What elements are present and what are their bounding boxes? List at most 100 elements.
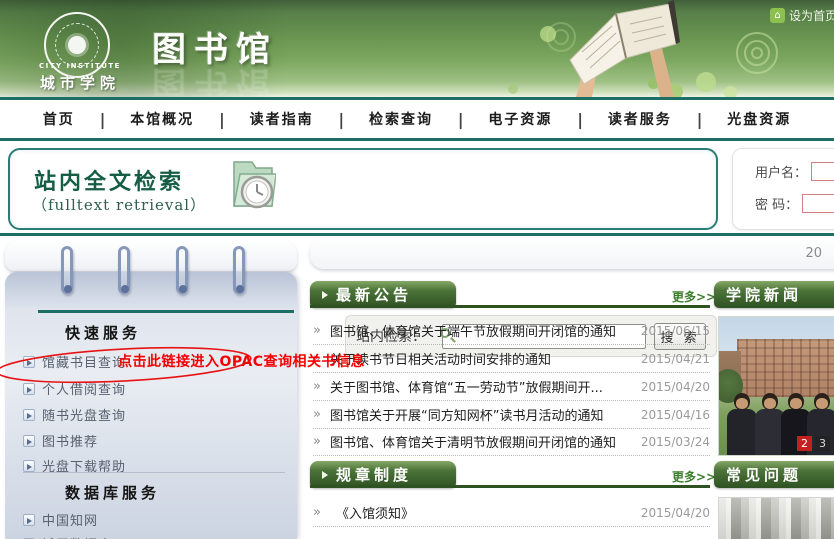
announcements-more-link[interactable]: 更多>> (672, 288, 716, 305)
announcement-link[interactable]: 图书馆、体育馆关于端午节放假期间开闭馆的通知 (330, 321, 635, 340)
folder-clock-icon (230, 158, 276, 212)
announcement-date: 2015/04/16 (641, 408, 710, 422)
notebook-card-top (5, 240, 297, 271)
campus-building (737, 339, 834, 397)
site-title: 图书馆 (152, 22, 278, 71)
nav-separator: | (219, 110, 225, 129)
arrow-bullet-icon (23, 383, 35, 395)
nav-separator: | (697, 110, 703, 129)
arrow-bullet-icon (23, 460, 35, 472)
username-field[interactable] (811, 162, 834, 181)
college-news-photo: 2 3 (719, 317, 834, 455)
sidebar-item-book-recommend[interactable]: 图书推荐 (23, 431, 98, 450)
rules-more-link[interactable]: 更多>> (672, 468, 716, 485)
carousel-page-2[interactable]: 2 (797, 436, 812, 451)
carousel-page-3[interactable]: 3 (815, 436, 830, 451)
nav-item-eresources[interactable]: 电子资源 (488, 109, 552, 129)
tab-arrow-icon (322, 291, 328, 299)
fulltext-search-panel: 站内全文检索 （fulltext retrieval） 站内检索： 搜 索 (8, 148, 718, 230)
announcements-header: 最新公告 (310, 281, 456, 308)
logo-english-text: CITY INSTITUTE (36, 62, 124, 70)
ticker-text: 20 (805, 246, 822, 261)
sidebar-item-label: 中国知网 (42, 510, 98, 529)
carousel-pagination: 2 3 (797, 436, 830, 451)
nav-item-home[interactable]: 首页 (43, 109, 75, 129)
sidebar-item-label: 图书推荐 (42, 431, 98, 450)
announcement-link[interactable]: 关于读书节日相关活动时间安排的通知 (330, 349, 635, 368)
announcements-underline (310, 305, 710, 308)
nav-item-reader-services[interactable]: 读者服务 (608, 109, 672, 129)
announcement-date: 2015/06/15 (641, 324, 710, 338)
ring-ornament (736, 32, 782, 78)
double-arrow-icon: » (313, 505, 321, 520)
announcement-link[interactable]: 关于图书馆、体育馆“五一劳动节”放假期间开... (330, 377, 635, 396)
sidebar-item-personal-loans[interactable]: 个人借阅查询 (23, 379, 126, 398)
sidebar-section-quick-services: 快速服务 (65, 322, 141, 343)
sidebar-divider (23, 472, 285, 473)
sidebar-item-label: 馆藏书目查询 (42, 352, 126, 371)
nav-separator: | (100, 110, 106, 129)
arrow-bullet-icon (23, 514, 35, 526)
nav-item-disc-resources[interactable]: 光盘资源 (727, 109, 791, 129)
home-icon: ⌂ (770, 8, 785, 23)
rules-row: » 《入馆须知》 2015/04/20 (313, 499, 710, 527)
date-ticker-card: 20 (310, 238, 834, 269)
tab-arrow-icon (322, 471, 328, 479)
arrow-bullet-icon (23, 356, 35, 368)
nav-separator: | (577, 110, 583, 129)
rules-title: 规章制度 (336, 464, 412, 485)
nav-item-about[interactable]: 本馆概况 (130, 109, 194, 129)
rules-link[interactable]: 《入馆须知》 (330, 503, 635, 522)
hands-book-illustration (548, 0, 713, 97)
rules-underline (310, 485, 710, 488)
arrow-bullet-icon (23, 409, 35, 421)
announcement-link[interactable]: 图书馆、体育馆关于清明节放假期间开闭馆的通知 (330, 432, 635, 451)
announcement-date: 2015/03/24 (641, 435, 710, 449)
faq-header: 常见问题 (714, 461, 834, 488)
double-arrow-icon: » (313, 323, 321, 338)
main-navigation: 首页 | 本馆概况 | 读者指南 | 检索查询 | 电子资源 | 读者服务 | … (0, 100, 834, 138)
password-label: 密 码： (755, 194, 798, 213)
announcement-row: » 图书馆、体育馆关于清明节放假期间开闭馆的通知 2015/03/24 (313, 428, 710, 456)
binder-ring (61, 246, 73, 294)
announcement-row: » 图书馆关于开展“同方知网杯”读书月活动的通知 2015/04/16 (313, 401, 710, 429)
banner: CITY INSTITUTE 城市学院 图书馆 图书馆 ⌂ 设为首页 (0, 0, 834, 97)
sidebar-item-label: 个人借阅查询 (42, 379, 126, 398)
announcements-title: 最新公告 (336, 284, 412, 305)
double-arrow-icon: » (313, 407, 321, 422)
binder-ring (118, 246, 130, 294)
nav-item-search[interactable]: 检索查询 (369, 109, 433, 129)
logo-chinese-text: 城市学院 (30, 72, 130, 93)
announcement-row: » 图书馆、体育馆关于端午节放假期间开闭馆的通知 2015/06/15 (313, 317, 710, 345)
announcement-date: 2015/04/21 (641, 352, 710, 366)
annotation-text: 点击此链接进入OPAC查询相关书信息 (118, 351, 365, 371)
binder-ring (176, 246, 188, 294)
divider-line (0, 233, 834, 236)
sidebar: 快速服务 馆藏书目查询 个人借阅查询 随书光盘查询 图书推荐 光盘下载帮助 数据… (5, 272, 297, 539)
page-root: CITY INSTITUTE 城市学院 图书馆 图书馆 ⌂ 设为首页 首页 | … (0, 0, 834, 539)
rules-date: 2015/04/20 (641, 506, 710, 520)
college-news-header: 学院新闻 (714, 281, 834, 308)
sidebar-item-disc-search[interactable]: 随书光盘查询 (23, 405, 126, 424)
sidebar-item-trial-databases[interactable]: 试用数据库 (23, 534, 112, 539)
sidebar-item-label: 随书光盘查询 (42, 405, 126, 424)
nav-separator: | (458, 110, 464, 129)
nav-item-reader-guide[interactable]: 读者指南 (250, 109, 314, 129)
set-homepage-label: 设为首页 (789, 7, 834, 24)
announcement-date: 2015/04/20 (641, 380, 710, 394)
rules-header: 规章制度 (310, 461, 456, 488)
sidebar-item-opac-catalog[interactable]: 馆藏书目查询 (23, 352, 126, 371)
announcement-row: » 关于读书节日相关活动时间安排的通知 2015/04/21 (313, 345, 710, 373)
college-news-title: 学院新闻 (726, 284, 802, 305)
username-label: 用户名： (755, 162, 807, 181)
sidebar-accent-rule (38, 310, 294, 313)
nav-separator: | (338, 110, 344, 129)
sidebar-item-cnki[interactable]: 中国知网 (23, 510, 98, 529)
password-field[interactable] (802, 194, 834, 213)
login-panel: 用户名： 密 码： (732, 148, 834, 230)
announcement-link[interactable]: 图书馆关于开展“同方知网杯”读书月活动的通知 (330, 405, 635, 424)
bokeh-dot (508, 84, 518, 94)
arrow-bullet-icon (23, 435, 35, 447)
search-panel-title: 站内全文检索 (34, 164, 184, 196)
set-homepage-link[interactable]: ⌂ 设为首页 (770, 7, 834, 24)
